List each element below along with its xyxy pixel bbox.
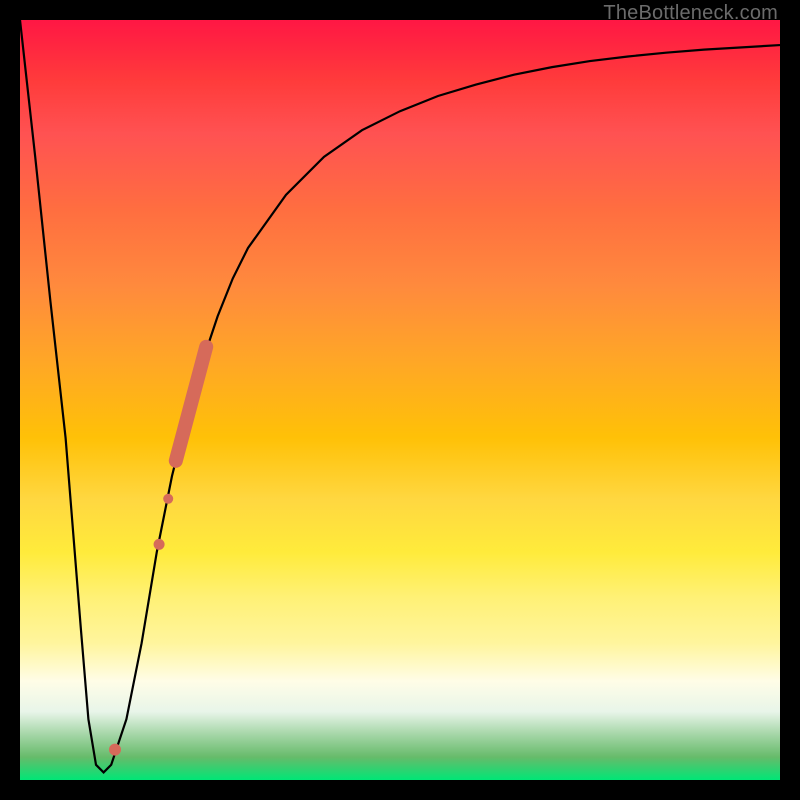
bottleneck-curve xyxy=(20,20,780,772)
chart-svg xyxy=(20,20,780,780)
marker-segment xyxy=(176,347,206,461)
marker-dot xyxy=(109,744,121,756)
marker-dot xyxy=(163,494,173,504)
chart-container: TheBottleneck.com xyxy=(0,0,800,800)
marker-dot xyxy=(154,539,165,550)
